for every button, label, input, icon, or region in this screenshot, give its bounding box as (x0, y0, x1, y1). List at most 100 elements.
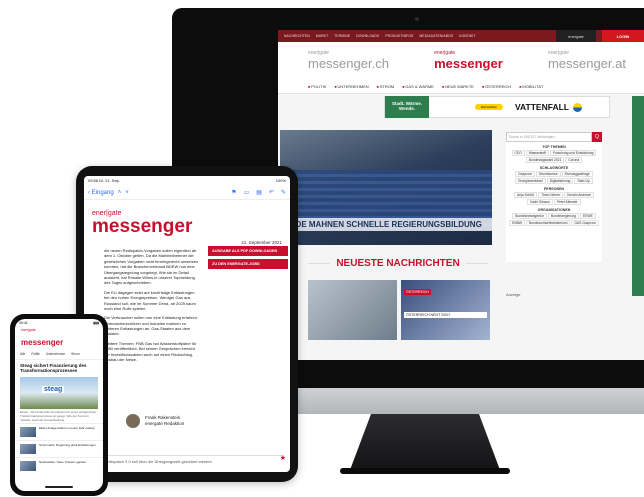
hero-image[interactable]: ANDE MAHNEN SCHNELLE REGIERUNGSBILDUNG (280, 130, 492, 245)
hero-caption[interactable]: ANDE MAHNEN SCHNELLE REGIERUNGSBILDUNG (280, 218, 492, 231)
paragraph: die neuen Redispatch-Vorgaben sollen eig… (104, 248, 199, 286)
orgs-title: ORGANISATIONEN (537, 208, 571, 212)
nav-item-kontakt[interactable]: KONTAKT (459, 34, 475, 38)
person-tag[interactable]: Peter Altmaier (553, 199, 581, 205)
search-button[interactable]: Q (592, 132, 602, 142)
paragraph: Die Verbraucher sollen nun eine Entlastu… (104, 315, 199, 337)
top-themes-tags: CEO Wasserstoff Forschung und Entwicklun… (506, 150, 602, 163)
ipad-status-bar: 09:56 Di. 21. Sep. 100% (84, 176, 290, 186)
avatar (126, 414, 140, 428)
steag-sign: steag (42, 386, 65, 394)
org-tag[interactable]: GAS Gazprom (571, 220, 599, 226)
org-tag[interactable]: Bundesumweltministerium (525, 220, 571, 226)
org-tag[interactable]: EEWE (580, 213, 596, 219)
person-tag[interactable]: Anja Schüß (514, 192, 538, 198)
theme-tag[interactable]: Corona (565, 157, 583, 163)
logo-messenger-ch[interactable]: ener|gate messenger.ch (308, 51, 389, 72)
ad-label: Anzeige (506, 292, 521, 297)
reply-icon[interactable]: ↶ (269, 189, 274, 196)
flag-icon[interactable]: ⚑ (231, 189, 236, 196)
news-teaser-2[interactable]: ÖSTERREICH ÖSTERREICH NEHT SICH (401, 280, 490, 340)
keyword-tag[interactable]: Digitalisierung (546, 178, 574, 184)
chevron-down-icon[interactable]: ˅ (125, 190, 129, 196)
sidebar: Suche in 155.317 Meldungen Q TOP THEMEN … (506, 132, 602, 262)
vattenfall-logo-icon (572, 102, 582, 112)
news-snippet: ÖSTERREICH NEHT SICH (404, 312, 487, 318)
theme-tag[interactable]: Wasserstoff (525, 150, 549, 156)
thumbnail (20, 460, 36, 471)
section-unternehmen[interactable]: UNTERNEHMEN (334, 84, 369, 89)
thumbnail (20, 443, 36, 454)
tab-unternehmen[interactable]: Unternehmen (46, 352, 65, 356)
logo-messenger-at[interactable]: ener|gate messenger.at (548, 51, 626, 72)
section-politik[interactable]: POLITIK (308, 84, 326, 89)
phone-time: 09:41 (19, 321, 28, 325)
chevron-up-icon[interactable]: ˄ (118, 190, 122, 196)
keyword-tag[interactable]: Start-Up (574, 178, 593, 184)
home-indicator (45, 486, 73, 488)
nav-item-produktinfos[interactable]: PRODUKTINFOS (385, 34, 413, 38)
newsletter-body: die neuen Redispatch-Vorgaben sollen eig… (104, 248, 200, 366)
ad-brand: VATTENFALL (515, 102, 569, 112)
nav-item-mediadaten[interactable]: MEDIADATEN/ABOS (419, 34, 453, 38)
nav-item-termine[interactable]: TERMINE (334, 34, 350, 38)
folder-icon[interactable]: ▭ (244, 189, 250, 196)
nav-item-nachrichten[interactable]: NACHRICHTEN (284, 34, 310, 38)
battery-level: 100% (275, 178, 286, 183)
news-teaser-1[interactable] (308, 280, 397, 340)
top-themes-title: TOP THEMEN (542, 145, 566, 149)
vattenfall-ad-banner[interactable]: Stadt. Wärme. Wende. Mehr Erfahren VATTE… (384, 96, 610, 118)
org-tag[interactable]: ENBW (509, 220, 525, 226)
keyword-tag[interactable]: Fluessiggasfrage (561, 171, 593, 177)
tab-strom[interactable]: Strom (71, 352, 80, 356)
theme-tag[interactable]: Forschung und Entwicklung (549, 150, 597, 156)
skyscraper-ad[interactable] (632, 96, 644, 296)
person-tag[interactable]: Kadri Simson (527, 199, 553, 205)
energate-brand-button[interactable]: energate (556, 30, 596, 42)
mail-toolbar: ‹ Eingang ˄ ˅ ⚑ ▭ ▤ ↶ ✎ (84, 186, 290, 200)
org-tag[interactable]: Bundesnetzagentur (512, 213, 547, 219)
section-strom[interactable]: STROM (377, 84, 394, 89)
signature: Frank Rakenstein energate Redaktion (126, 414, 184, 428)
logo-messenger-de[interactable]: ener|gate messenger (434, 51, 503, 72)
keyword-tag[interactable]: Stromboerse (535, 171, 561, 177)
pdf-download-button[interactable]: AUSGABE ALS PDF DOWNLOADEN (208, 246, 288, 256)
section-gas-waerme[interactable]: GAS & WÄRME (402, 84, 434, 89)
back-button[interactable]: ‹ Eingang (88, 190, 114, 196)
archive-icon[interactable]: ▤ (256, 189, 262, 196)
article-image[interactable]: steag (20, 377, 98, 410)
mail-actions: ⚑ ▭ ▤ ↶ ✎ (231, 189, 286, 196)
tab-politik[interactable]: Politik (31, 352, 40, 356)
status-time: 09:56 Di. 21. Sep. (88, 178, 121, 183)
section-mobilitaet[interactable]: MOBILITÄT (519, 84, 543, 89)
newsletter-email: 09:56 Di. 21. Sep. 100% ‹ Eingang ˄ ˅ ⚑ … (84, 176, 290, 472)
top-navigation: NACHRICHTEN MARKT TERMINE DOWNLOADS PROD… (278, 30, 644, 42)
person-tag[interactable]: Kerstin Andreae (564, 192, 594, 198)
org-tag[interactable]: Bundesregierung (547, 213, 579, 219)
nav-item-downloads[interactable]: DOWNLOADS (356, 34, 379, 38)
jobs-button[interactable]: ZU DEN ENERGATE-JOBS (208, 259, 288, 269)
keyword-tag[interactable]: Gazprom (515, 171, 535, 177)
teaser-footer[interactable]: Redispatch 2.0 soll über die Übergangsze… (104, 455, 284, 464)
nav-item-markt[interactable]: MARKT (316, 34, 328, 38)
app-tabs: Alle Politik Unternehmen Strom (15, 349, 103, 360)
search-input[interactable]: Suche in 155.317 Meldungen (506, 132, 592, 142)
thumbnail (20, 426, 36, 437)
article-title[interactable]: Steag sichert Finanzierung des Transform… (15, 360, 103, 376)
list-item[interactable]: Strommarkt: Regierung plant Entlastungen (15, 439, 103, 457)
author-role: energate Redaktion (145, 421, 185, 426)
section-neue-maerkte[interactable]: NEUE MÄRKTE (442, 84, 474, 89)
ad-cta[interactable]: Mehr Erfahren (475, 104, 503, 110)
person-tag[interactable]: Timm Nehrer (538, 192, 564, 198)
list-item[interactable]: EEG-Umlage bleibt im neuen Jahr niedrig (15, 422, 103, 440)
imac-stand (350, 414, 500, 470)
list-item[interactable]: Netzausbau: Neue Trassen geplant (15, 456, 103, 474)
tab-alle[interactable]: Alle (20, 352, 25, 356)
login-button[interactable]: LOGIN (602, 30, 644, 42)
keyword-tag[interactable]: Energiewerkesel (515, 178, 546, 184)
imac-stand-base (340, 468, 510, 474)
theme-tag[interactable]: CEO (511, 150, 525, 156)
compose-icon[interactable]: ✎ (281, 189, 286, 196)
section-oesterreich[interactable]: ÖSTERREICH (482, 84, 511, 89)
theme-tag[interactable]: Bundestagswahl 2021 (525, 157, 565, 163)
